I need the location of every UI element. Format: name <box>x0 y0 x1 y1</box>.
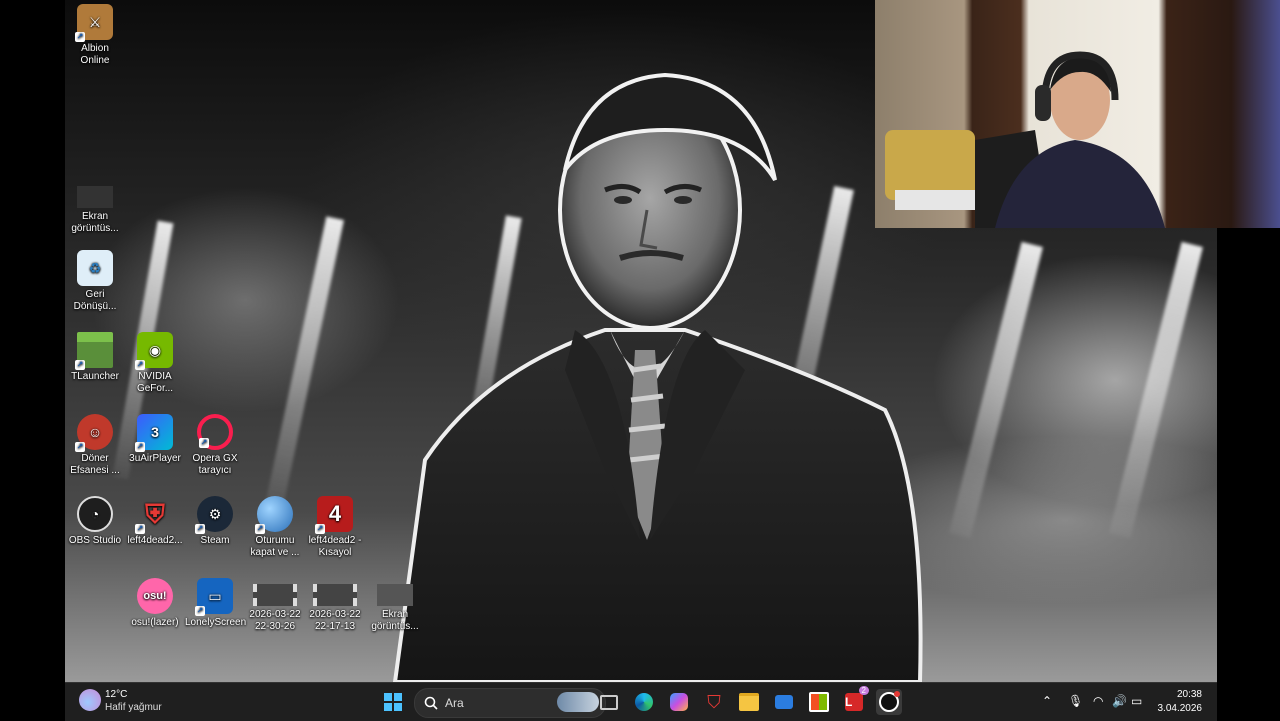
wallpaper-portrait <box>392 72 923 682</box>
weather-rain-icon <box>79 689 101 711</box>
logoff-shortcut[interactable]: ↗ Oturumu kapat ve ... <box>245 496 305 559</box>
copilot-icon <box>670 693 688 711</box>
taskbar: 12°C Hafif yağmur Ara ⛉ L 2 ⌃ 🎙 ◠ 🔊 ▭ 20… <box>65 682 1217 721</box>
folder-icon <box>739 693 759 711</box>
weather-widget[interactable] <box>79 689 101 711</box>
opera-gx-icon: ↗ <box>197 414 233 450</box>
taskbar-search[interactable]: Ara <box>414 688 606 718</box>
icon-label: LonelyScreen <box>185 617 247 628</box>
monitor-icon: ▭ ↗ <box>195 578 233 616</box>
screenshot-thumb-icon <box>377 584 413 606</box>
icon-label: Geri Dönüşü... <box>73 289 117 312</box>
3uairplayer-shortcut[interactable]: 3 ↗ 3uAirPlayer <box>125 414 185 465</box>
icon-label: Albion Online <box>80 43 110 66</box>
icon-label: Ekran görüntüs... <box>71 211 119 234</box>
albion-icon: ⚔ ↗ <box>75 4 113 42</box>
webcam-overlay <box>875 0 1280 228</box>
steam-icon: ⚙ ↗ <box>195 496 233 534</box>
opera-gx-shortcut[interactable]: ↗ Opera GX tarayıcı <box>185 414 245 477</box>
webcam-person <box>885 51 1165 228</box>
task-view-button[interactable] <box>596 689 622 715</box>
l4d2-icon: 4 ↗ <box>315 496 353 534</box>
icon-label: Ekran görüntüs... <box>371 609 419 632</box>
video-file-2[interactable]: 2026-03-22 22-17-13 <box>305 578 365 633</box>
wallpaper-light-streak <box>264 216 344 514</box>
search-placeholder: Ara <box>445 696 464 710</box>
file-explorer-button[interactable] <box>736 689 762 715</box>
screenshot-file-1[interactable]: Ekran görüntüs... <box>65 180 125 235</box>
battery-icon[interactable]: ▭ <box>1131 694 1142 708</box>
osu-lazer-shortcut[interactable]: osu! osu!(lazer) <box>125 578 185 629</box>
edge-button[interactable] <box>631 689 657 715</box>
video-thumb-icon <box>253 584 297 606</box>
left4dead2-shortcut[interactable]: ⛨ ↗ left4dead2... <box>125 496 185 547</box>
wallpaper-light-streak <box>949 241 1043 539</box>
icon-label: 3uAirPlayer <box>129 453 181 464</box>
wifi-icon[interactable]: ◠ <box>1093 694 1103 708</box>
obs-studio-shortcut[interactable]: ◔ OBS Studio <box>65 496 125 547</box>
obs-taskbar-button[interactable] <box>876 689 902 715</box>
volume-icon[interactable]: 🔊 <box>1112 694 1127 708</box>
mail-button[interactable] <box>771 689 797 715</box>
weather-temperature[interactable]: 12°C <box>105 689 127 700</box>
icon-label: osu!(lazer) <box>131 617 179 628</box>
albion-online-shortcut[interactable]: ⚔ ↗ Albion Online <box>65 4 125 67</box>
recycle-bin-icon: ♻ <box>77 250 113 286</box>
icon-label: TLauncher <box>71 371 119 382</box>
nvidia-icon: ◉ ↗ <box>135 332 173 370</box>
screenshot-file-2[interactable]: Ekran görüntüs... <box>365 578 425 633</box>
icon-label: Opera GX tarayıcı <box>192 453 238 476</box>
doner-efsanesi-shortcut[interactable]: ☺ ↗ Döner Efsanesi ... <box>65 414 125 477</box>
mcafee-button[interactable]: ⛉ <box>701 689 727 715</box>
windows-logo-icon <box>384 693 402 711</box>
recording-dot <box>894 691 900 697</box>
lonelyscreen-shortcut[interactable]: ▭ ↗ LonelyScreen <box>185 578 247 629</box>
search-highlight-image <box>557 692 599 712</box>
copilot-button[interactable] <box>666 689 692 715</box>
app-l-button[interactable]: L 2 <box>841 686 869 715</box>
icon-label: OBS Studio <box>68 535 122 546</box>
store-button[interactable] <box>806 689 832 715</box>
search-icon <box>424 696 438 710</box>
obs-icon: ◔ <box>77 496 113 532</box>
notification-badge: 2 <box>858 686 869 695</box>
weather-description[interactable]: Hafif yağmur <box>105 702 162 713</box>
icon-label: left4dead2 - Kısayol <box>308 535 362 558</box>
screenshot-thumb-icon <box>77 186 113 208</box>
store-icon <box>809 692 829 712</box>
edge-icon <box>635 693 653 711</box>
wallpaper-light-streak <box>1109 241 1203 539</box>
video-file-1[interactable]: 2026-03-22 22-30-26 <box>245 578 305 633</box>
icon-label: Döner Efsanesi ... <box>70 453 120 476</box>
icon-label: 2026-03-22 22-30-26 <box>249 609 301 632</box>
show-hidden-icons-chevron-icon[interactable]: ⌃ <box>1042 694 1052 708</box>
icon-label: 2026-03-22 22-17-13 <box>309 609 361 632</box>
letterbox-right <box>1217 228 1280 682</box>
icon-label: Steam <box>200 535 230 546</box>
nvidia-shortcut[interactable]: ◉ ↗ NVIDIA GeFor... <box>125 332 185 395</box>
start-button[interactable] <box>380 689 406 715</box>
tlauncher-shortcut[interactable]: ↗ TLauncher <box>65 332 125 383</box>
icon-label: Oturumu kapat ve ... <box>250 535 300 558</box>
task-view-icon <box>600 694 618 710</box>
steam-shortcut[interactable]: ⚙ ↗ Steam <box>185 496 245 547</box>
microphone-icon[interactable]: 🎙 <box>1068 694 1083 708</box>
icon-label: NVIDIA GeFor... <box>136 371 174 394</box>
shield-icon: ⛨ ↗ <box>135 499 165 534</box>
clock-date[interactable]: 3.04.2026 <box>1158 703 1203 714</box>
mail-icon <box>775 695 793 709</box>
minecraft-block-icon: ↗ <box>75 332 113 370</box>
video-thumb-icon <box>313 584 357 606</box>
left4dead2-kisayol[interactable]: 4 ↗ left4dead2 - Kısayol <box>305 496 365 559</box>
osu-icon: osu! <box>137 578 173 614</box>
clock-time[interactable]: 20:38 <box>1177 689 1202 700</box>
l-app-icon: L <box>845 693 863 711</box>
globe-icon: ↗ <box>255 496 293 534</box>
icon-label: left4dead2... <box>127 535 183 546</box>
mcafee-icon: ⛉ <box>707 691 721 712</box>
3uairplayer-icon: 3 ↗ <box>135 414 173 452</box>
doner-game-icon: ☺ ↗ <box>75 414 113 452</box>
recycle-bin[interactable]: ♻ Geri Dönüşü... <box>65 250 125 313</box>
